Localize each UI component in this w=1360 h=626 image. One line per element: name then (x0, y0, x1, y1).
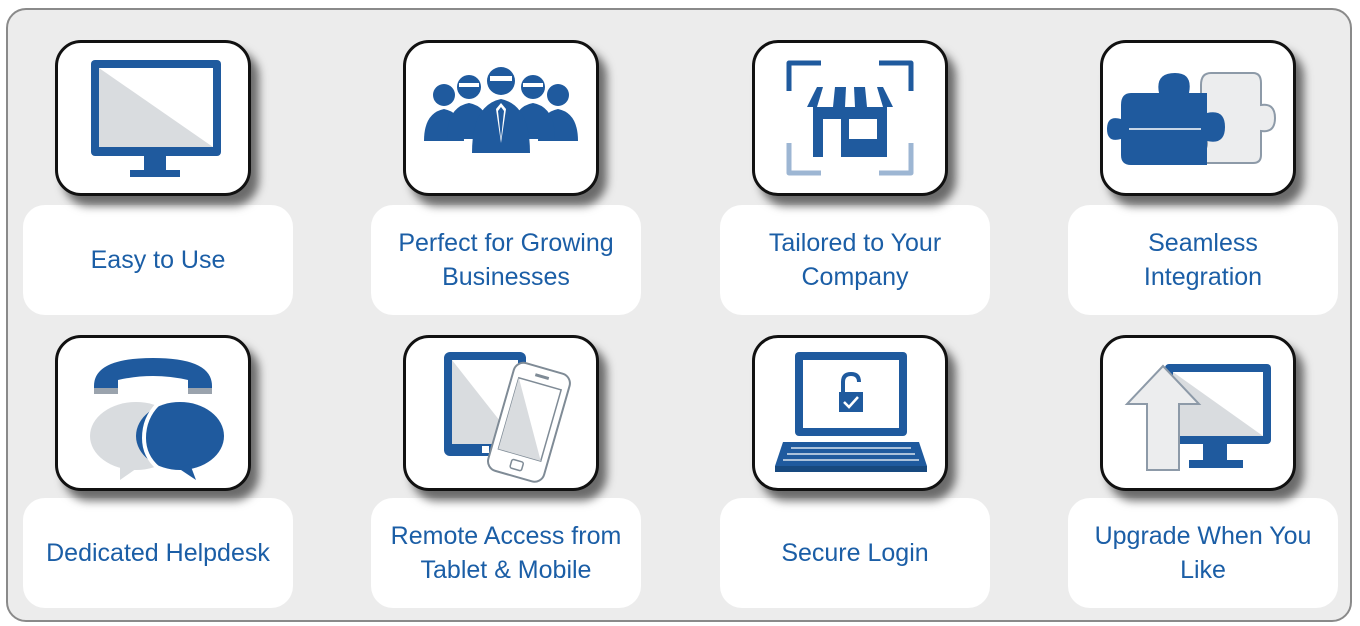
puzzle-icon (1100, 40, 1296, 196)
feature-label-box: Dedicated Helpdesk (23, 498, 293, 608)
laptop-lock-icon (752, 335, 948, 491)
feature-label-box: Remote Access from Tablet & Mobile (371, 498, 641, 608)
feature-label: Remote Access from Tablet & Mobile (390, 522, 622, 584)
monitor-icon (55, 40, 251, 196)
feature-label-box: Perfect for Growing Businesses (371, 205, 641, 315)
upgrade-monitor-icon (1100, 335, 1296, 491)
feature-label-box: Seamless Integration (1068, 205, 1338, 315)
feature-label: Secure Login (781, 539, 929, 567)
feature-label: Seamless Integration (1143, 229, 1263, 291)
tablet-mobile-icon (403, 335, 599, 491)
feature-label-box: Secure Login (720, 498, 990, 608)
feature-label-box: Easy to Use (23, 205, 293, 315)
feature-label: Dedicated Helpdesk (46, 539, 270, 567)
team-icon (403, 40, 599, 196)
feature-label: Easy to Use (90, 246, 226, 274)
feature-label: Upgrade When You Like (1094, 522, 1312, 584)
feature-label-box: Upgrade When You Like (1068, 498, 1338, 608)
phone-chat-icon (55, 335, 251, 491)
storefront-icon (752, 40, 948, 196)
feature-label: Perfect for Growing Businesses (398, 229, 614, 291)
feature-label: Tailored to Your Company (768, 229, 942, 291)
feature-label-box: Tailored to Your Company (720, 205, 990, 315)
